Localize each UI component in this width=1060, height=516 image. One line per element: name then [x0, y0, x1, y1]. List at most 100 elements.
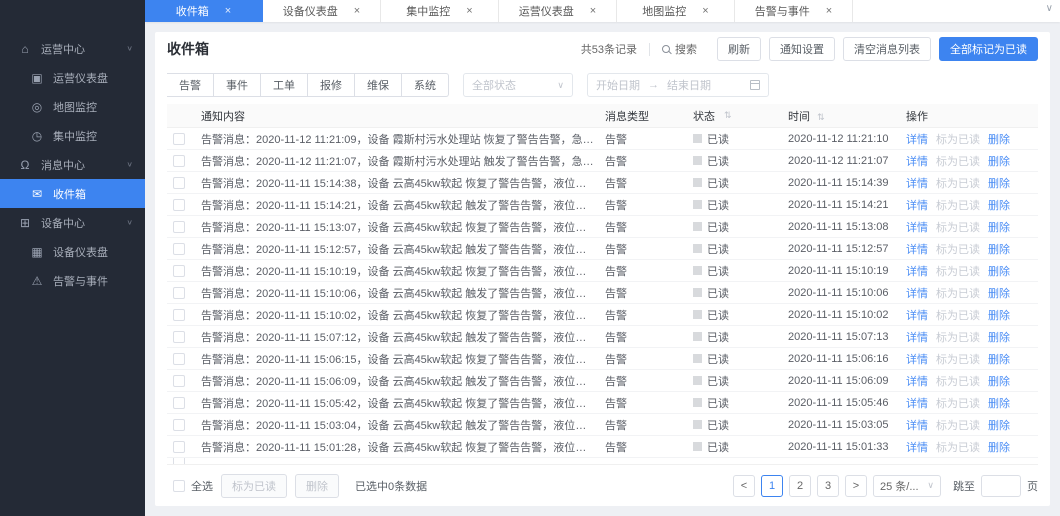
mark-read-link[interactable]: 标为已读 — [936, 307, 980, 323]
mark-read-link[interactable]: 标为已读 — [936, 241, 980, 257]
sidebar-item[interactable]: ⊞ 设备中心 ∨ — [0, 208, 145, 237]
notify-settings-button[interactable]: 通知设置 — [769, 37, 835, 61]
select-all[interactable]: 全选 — [173, 478, 213, 494]
close-icon[interactable]: × — [354, 5, 360, 17]
bulk-mark-read-button[interactable]: 标为已读 — [221, 473, 287, 498]
tab[interactable]: 运营仪表盘 × — [499, 0, 617, 22]
mark-read-link[interactable]: 标为已读 — [936, 219, 980, 235]
sidebar-item[interactable]: ✉ 收件箱 — [0, 179, 145, 208]
type-filter-button[interactable]: 维保 — [355, 73, 402, 97]
jump-page-input[interactable] — [981, 474, 1021, 497]
date-range-picker[interactable]: 开始日期 → 结束日期 — [587, 73, 769, 97]
detail-link[interactable]: 详情 — [906, 175, 928, 191]
sidebar-item[interactable]: ◎ 地图监控 — [0, 92, 145, 121]
detail-link[interactable]: 详情 — [906, 417, 928, 433]
delete-link[interactable]: 删除 — [988, 285, 1010, 301]
row-checkbox[interactable] — [173, 176, 185, 189]
sidebar-item[interactable]: ⚠ 告警与事件 — [0, 266, 145, 295]
mark-all-read-button[interactable]: 全部标记为已读 — [939, 37, 1038, 61]
tab[interactable]: 收件箱 × — [145, 0, 263, 22]
row-checkbox[interactable] — [173, 220, 185, 233]
close-icon[interactable]: × — [702, 5, 708, 17]
row-checkbox[interactable] — [173, 308, 185, 321]
row-checkbox[interactable] — [173, 154, 185, 167]
delete-link[interactable]: 删除 — [988, 417, 1010, 433]
select-all-checkbox[interactable] — [173, 479, 185, 492]
mark-read-link[interactable]: 标为已读 — [936, 395, 980, 411]
status-select[interactable]: 全部状态 ∨ — [463, 73, 573, 97]
delete-link[interactable]: 删除 — [988, 219, 1010, 235]
mark-read-link[interactable]: 标为已读 — [936, 197, 980, 213]
delete-link[interactable]: 删除 — [988, 395, 1010, 411]
page-button[interactable]: 3 — [817, 474, 839, 497]
sort-icon[interactable]: ⇅ — [724, 110, 732, 121]
row-checkbox[interactable] — [173, 440, 185, 453]
detail-link[interactable]: 详情 — [906, 153, 928, 169]
sidebar-item[interactable]: ⌂ 运营中心 ∨ — [0, 34, 145, 63]
delete-link[interactable]: 删除 — [988, 131, 1010, 147]
delete-link[interactable]: 删除 — [988, 175, 1010, 191]
close-icon[interactable]: × — [590, 5, 596, 17]
mark-read-link[interactable]: 标为已读 — [936, 153, 980, 169]
detail-link[interactable]: 详情 — [906, 285, 928, 301]
detail-link[interactable]: 详情 — [906, 373, 928, 389]
type-filter-button[interactable]: 告警 — [167, 73, 214, 97]
close-icon[interactable]: × — [826, 5, 832, 17]
detail-link[interactable]: 详情 — [906, 131, 928, 147]
delete-link[interactable]: 删除 — [988, 373, 1010, 389]
row-checkbox[interactable] — [173, 286, 185, 299]
row-checkbox[interactable] — [173, 330, 185, 343]
row-checkbox[interactable] — [173, 352, 185, 365]
detail-link[interactable]: 详情 — [906, 351, 928, 367]
search-toggle[interactable]: 搜索 — [662, 41, 697, 57]
mark-read-link[interactable]: 标为已读 — [936, 351, 980, 367]
row-checkbox[interactable] — [173, 374, 185, 387]
detail-link[interactable]: 详情 — [906, 219, 928, 235]
close-icon[interactable]: × — [466, 5, 472, 17]
detail-link[interactable]: 详情 — [906, 395, 928, 411]
detail-link[interactable]: 详情 — [906, 329, 928, 345]
delete-link[interactable]: 删除 — [988, 307, 1010, 323]
page-button[interactable]: 2 — [789, 474, 811, 497]
row-checkbox[interactable] — [173, 132, 185, 145]
sidebar-item[interactable]: Ω 消息中心 ∨ — [0, 150, 145, 179]
type-filter-button[interactable]: 报修 — [308, 73, 355, 97]
sidebar-item[interactable]: ▦ 设备仪表盘 — [0, 237, 145, 266]
mark-read-link[interactable]: 标为已读 — [936, 175, 980, 191]
delete-link[interactable]: 删除 — [988, 241, 1010, 257]
detail-link[interactable]: 详情 — [906, 241, 928, 257]
sidebar-item[interactable]: ◷ 集中监控 — [0, 121, 145, 150]
mark-read-link[interactable]: 标为已读 — [936, 285, 980, 301]
detail-link[interactable]: 详情 — [906, 307, 928, 323]
mark-read-link[interactable]: 标为已读 — [936, 439, 980, 455]
mark-read-link[interactable]: 标为已读 — [936, 263, 980, 279]
row-checkbox[interactable] — [173, 264, 185, 277]
tab[interactable]: 设备仪表盘 × — [263, 0, 381, 22]
row-checkbox[interactable] — [173, 418, 185, 431]
row-checkbox[interactable] — [173, 242, 185, 255]
clear-list-button[interactable]: 清空消息列表 — [843, 37, 931, 61]
delete-link[interactable]: 删除 — [988, 153, 1010, 169]
detail-link[interactable]: 详情 — [906, 263, 928, 279]
row-checkbox[interactable] — [173, 396, 185, 409]
delete-link[interactable]: 删除 — [988, 351, 1010, 367]
tab[interactable]: 地图监控 × — [617, 0, 735, 22]
prev-page-button[interactable]: < — [733, 474, 755, 497]
detail-link[interactable]: 详情 — [906, 197, 928, 213]
type-filter-button[interactable]: 工单 — [261, 73, 308, 97]
page-size-select[interactable]: 25 条/... ∨ — [873, 474, 941, 497]
sort-icon[interactable]: ⇅ — [817, 112, 825, 122]
delete-link[interactable]: 删除 — [988, 439, 1010, 455]
refresh-button[interactable]: 刷新 — [717, 37, 761, 61]
tab-overflow-chevron-icon[interactable]: ∨ — [1046, 3, 1053, 14]
sidebar-item[interactable]: ▣ 运营仪表盘 — [0, 63, 145, 92]
bulk-delete-button[interactable]: 删除 — [295, 473, 339, 498]
close-icon[interactable]: × — [225, 5, 231, 17]
page-button[interactable]: 1 — [761, 474, 783, 497]
detail-link[interactable]: 详情 — [906, 439, 928, 455]
type-filter-button[interactable]: 系统 — [402, 73, 449, 97]
delete-link[interactable]: 删除 — [988, 197, 1010, 213]
tab[interactable]: 集中监控 × — [381, 0, 499, 22]
type-filter-button[interactable]: 事件 — [214, 73, 261, 97]
tab[interactable]: 告警与事件 × — [735, 0, 853, 22]
